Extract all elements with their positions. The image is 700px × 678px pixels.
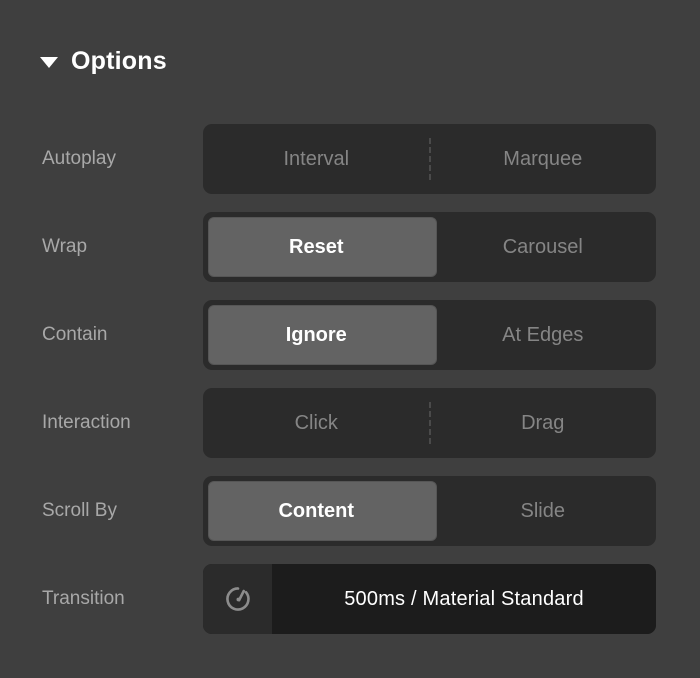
option-label-interaction: Interaction xyxy=(42,388,131,458)
triangle-down-icon[interactable] xyxy=(40,57,58,68)
option-label-transition: Transition xyxy=(42,564,125,634)
option-row-contain: Contain IgnoreAt Edges xyxy=(0,300,700,370)
segment-option-marquee[interactable]: Marquee xyxy=(430,124,657,194)
segment-option-content[interactable]: Content xyxy=(203,476,430,546)
options-panel: Options Autoplay IntervalMarquee Wrap Reset… xyxy=(0,0,700,678)
segmented-track: ClickDrag xyxy=(203,388,656,458)
segment-option-at-edges[interactable]: At Edges xyxy=(430,300,657,370)
option-row-transition: Transition 500ms / Material Standard xyxy=(0,564,700,634)
segment-option-drag[interactable]: Drag xyxy=(430,388,657,458)
segment-option-interval[interactable]: Interval xyxy=(203,124,430,194)
page-title: Options xyxy=(71,49,167,74)
segmented-track: ContentSlide xyxy=(203,476,656,546)
option-label-contain: Contain xyxy=(42,300,108,370)
segmented-control-contain[interactable]: IgnoreAt Edges xyxy=(203,300,656,370)
segment-option-ignore[interactable]: Ignore xyxy=(203,300,430,370)
option-row-scroll-by: Scroll By ContentSlide xyxy=(0,476,700,546)
option-label-autoplay: Autoplay xyxy=(42,124,116,194)
value-control-transition[interactable]: 500ms / Material Standard xyxy=(203,564,656,634)
option-label-scroll-by: Scroll By xyxy=(42,476,117,546)
segmented-track: IntervalMarquee xyxy=(203,124,656,194)
segment-option-carousel[interactable]: Carousel xyxy=(430,212,657,282)
option-label-wrap: Wrap xyxy=(42,212,87,282)
option-row-autoplay: Autoplay IntervalMarquee xyxy=(0,124,700,194)
speed-timer-icon[interactable] xyxy=(203,564,272,634)
segment-option-click[interactable]: Click xyxy=(203,388,430,458)
segmented-control-interaction[interactable]: ClickDrag xyxy=(203,388,656,458)
segmented-track: ResetCarousel xyxy=(203,212,656,282)
option-row-interaction: Interaction ClickDrag xyxy=(0,388,700,458)
segmented-track: IgnoreAt Edges xyxy=(203,300,656,370)
segmented-control-autoplay[interactable]: IntervalMarquee xyxy=(203,124,656,194)
segmented-control-scroll-by[interactable]: ContentSlide xyxy=(203,476,656,546)
options-rows: Autoplay IntervalMarquee Wrap ResetCarousel… xyxy=(0,124,700,652)
segment-option-slide[interactable]: Slide xyxy=(430,476,657,546)
segmented-control-wrap[interactable]: ResetCarousel xyxy=(203,212,656,282)
transition-value-text[interactable]: 500ms / Material Standard xyxy=(272,564,656,634)
segment-option-reset[interactable]: Reset xyxy=(203,212,430,282)
option-row-wrap: Wrap ResetCarousel xyxy=(0,212,700,282)
options-section-header[interactable]: Options xyxy=(40,44,167,78)
